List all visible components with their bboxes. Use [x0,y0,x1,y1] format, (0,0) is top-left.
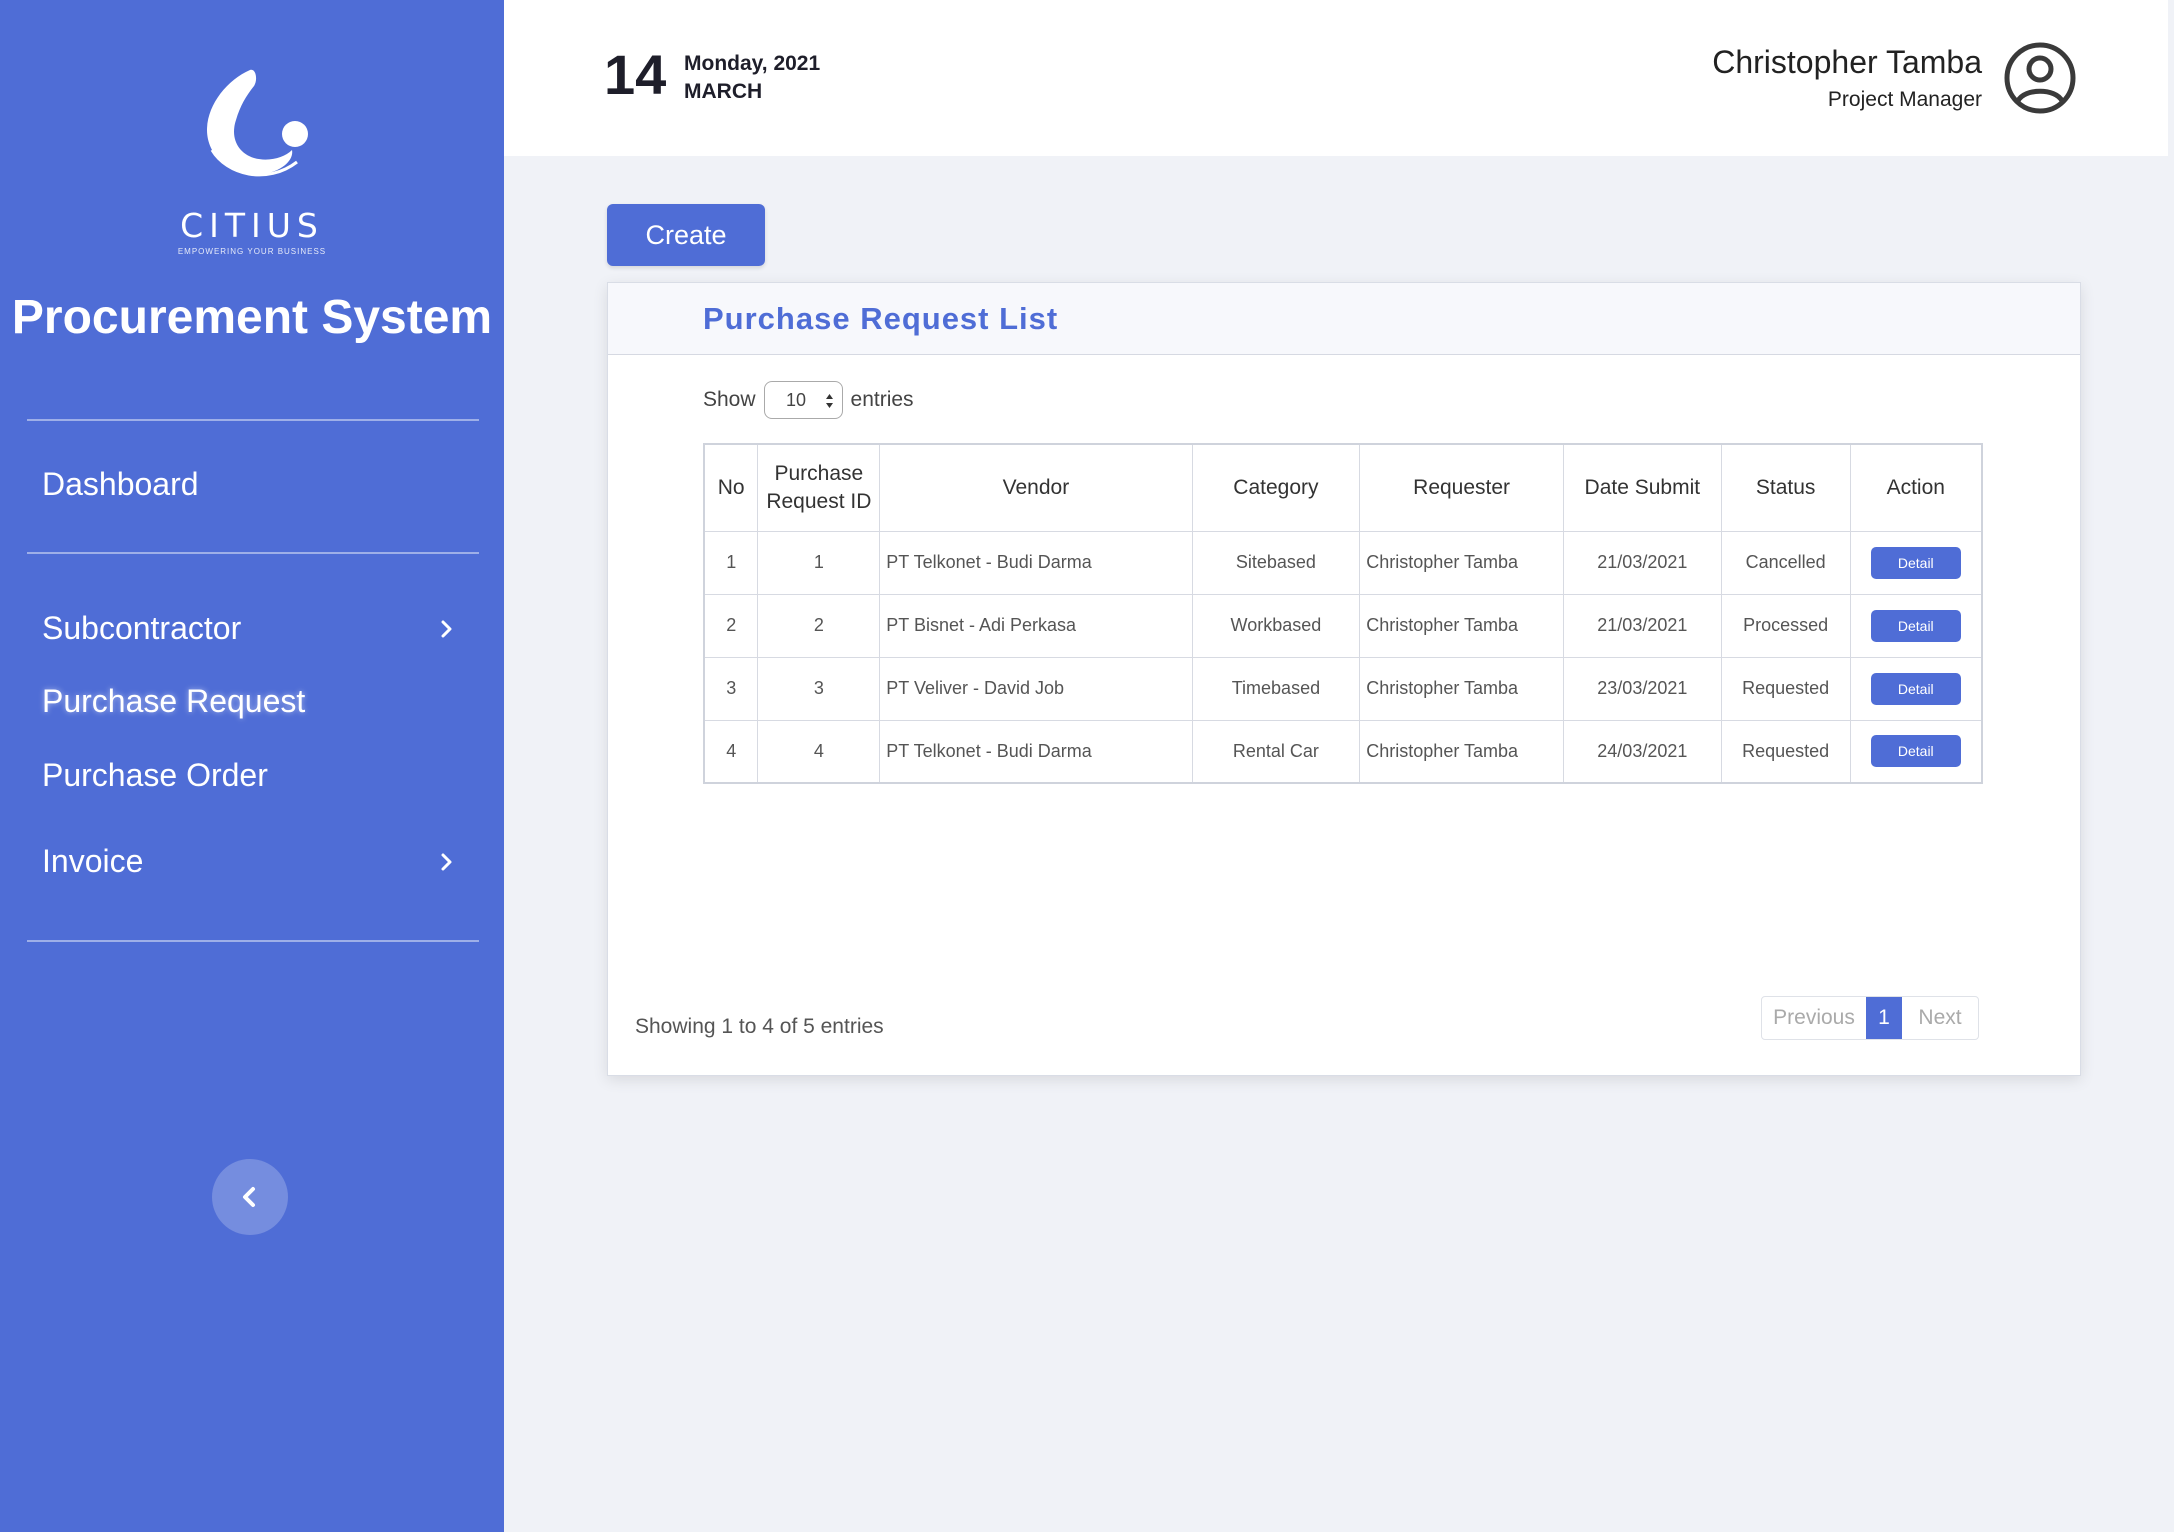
entries-select[interactable]: 10 [763,381,843,419]
logo-wordmark: CITIUS [180,206,324,245]
column-header[interactable]: No [703,443,759,532]
column-header[interactable]: Vendor [879,443,1193,532]
cell-action: Detail [1849,530,1983,595]
date-month: MARCH [684,80,763,103]
table-row: 4 4 PT Telkonet - Budi Darma Rental Car … [703,719,1983,784]
sort-arrows-icon [825,394,833,408]
cell-date: 21/03/2021 [1562,593,1722,658]
cell-date: 23/03/2021 [1562,656,1722,721]
chevron-right-icon [441,620,452,637]
sidebar-item-label: Invoice [42,843,144,879]
cell-no: 4 [703,719,759,784]
sidebar-item-invoice[interactable]: Invoice [42,843,462,880]
cell-id: 4 [757,719,881,784]
sidebar-collapse-button[interactable] [212,1159,288,1235]
chevron-left-icon [243,1187,255,1207]
show-label: Show [703,388,756,411]
column-header[interactable]: Requester [1359,443,1564,532]
create-button[interactable]: Create [607,204,765,266]
cell-status: Requested [1720,656,1851,721]
cell-category: Sitebased [1191,530,1361,595]
cell-status: Requested [1720,719,1851,784]
sidebar-divider [27,419,479,421]
user-avatar-icon[interactable] [2002,40,2078,116]
entries-length-control: Show 10 entries [703,381,914,419]
cell-no: 3 [703,656,759,721]
cell-id: 2 [757,593,881,658]
sidebar-item-purchase-request[interactable]: Purchase Request [42,683,462,720]
cell-category: Timebased [1191,656,1361,721]
purchase-request-table: No Purchase Request ID Vendor Category R… [703,443,1983,784]
column-header[interactable]: Purchase Request ID [757,443,881,532]
pagination-previous-button[interactable]: Previous [1762,997,1866,1039]
cell-vendor: PT Telkonet - Budi Darma [879,719,1193,784]
date-day: 14 [604,43,667,106]
cell-status: Processed [1720,593,1851,658]
cell-vendor: PT Telkonet - Budi Darma [879,530,1193,595]
table-header-row: No Purchase Request ID Vendor Category R… [703,443,1983,532]
entries-select-value: 10 [786,389,807,410]
top-header: 14 Monday, 2021 MARCH Christopher Tamba … [504,0,2168,156]
sidebar-item-dashboard[interactable]: Dashboard [42,466,462,503]
sidebar-divider [27,940,479,942]
user-role: Project Manager [1827,88,1982,111]
table-info-text: Showing 1 to 4 of 5 entries [635,1015,884,1038]
entries-label: entries [850,388,914,411]
sidebar-item-purchase-order[interactable]: Purchase Order [42,757,462,794]
cell-no: 2 [703,593,759,658]
sidebar-item-label: Dashboard [42,466,199,502]
cell-action: Detail [1849,593,1983,658]
citius-logo-icon [207,69,308,177]
sidebar: CITIUS EMPOWERING YOUR BUSINESS Procurem… [0,0,504,1532]
cell-requester: Christopher Tamba [1359,656,1564,721]
cell-vendor: PT Bisnet - Adi Perkasa [879,593,1193,658]
pagination-page-1[interactable]: 1 [1866,997,1902,1039]
table-row: 3 3 PT Veliver - David Job Timebased Chr… [703,656,1983,721]
cell-date: 21/03/2021 [1562,530,1722,595]
column-header[interactable]: Status [1720,443,1851,532]
cell-id: 3 [757,656,881,721]
cell-id: 1 [757,530,881,595]
cell-category: Workbased [1191,593,1361,658]
cell-category: Rental Car [1191,719,1361,784]
table-row: 1 1 PT Telkonet - Budi Darma Sitebased C… [703,530,1983,595]
date-weekday-year: Monday, 2021 [684,52,821,75]
cell-date: 24/03/2021 [1562,719,1722,784]
detail-button[interactable]: Detail [1870,609,1961,642]
table-row: 2 2 PT Bisnet - Adi Perkasa Workbased Ch… [703,593,1983,658]
sidebar-item-label: Purchase Request [42,683,306,719]
cell-action: Detail [1849,719,1983,784]
cell-no: 1 [703,530,759,595]
cell-action: Detail [1849,656,1983,721]
app-title: Procurement System [11,291,493,344]
pagination: Previous 1 Next [1761,996,1979,1040]
pagination-next-button[interactable]: Next [1902,997,1978,1039]
card-header: Purchase Request List [608,283,2080,355]
column-header: Action [1849,443,1983,532]
logo-tagline: EMPOWERING YOUR BUSINESS [177,247,327,256]
sidebar-item-label: Purchase Order [42,757,268,793]
cell-vendor: PT Veliver - David Job [879,656,1193,721]
column-header[interactable]: Date Submit [1562,443,1722,532]
column-header[interactable]: Category [1191,443,1361,532]
cell-requester: Christopher Tamba [1359,593,1564,658]
cell-status: Cancelled [1720,530,1851,595]
sidebar-item-subcontractor[interactable]: Subcontractor [42,610,462,647]
sidebar-divider [27,552,479,554]
detail-button[interactable]: Detail [1870,546,1961,579]
detail-button[interactable]: Detail [1870,672,1961,705]
sidebar-item-label: Subcontractor [42,610,242,646]
cell-requester: Christopher Tamba [1359,530,1564,595]
detail-button[interactable]: Detail [1870,735,1961,768]
chevron-right-icon [441,853,452,870]
card-title: Purchase Request List [703,301,1059,336]
cell-requester: Christopher Tamba [1359,719,1564,784]
user-name: Christopher Tamba [1712,44,1982,80]
purchase-request-card: Purchase Request List Show 10 entries No… [607,282,2081,1076]
logo: CITIUS EMPOWERING YOUR BUSINESS [0,50,504,256]
